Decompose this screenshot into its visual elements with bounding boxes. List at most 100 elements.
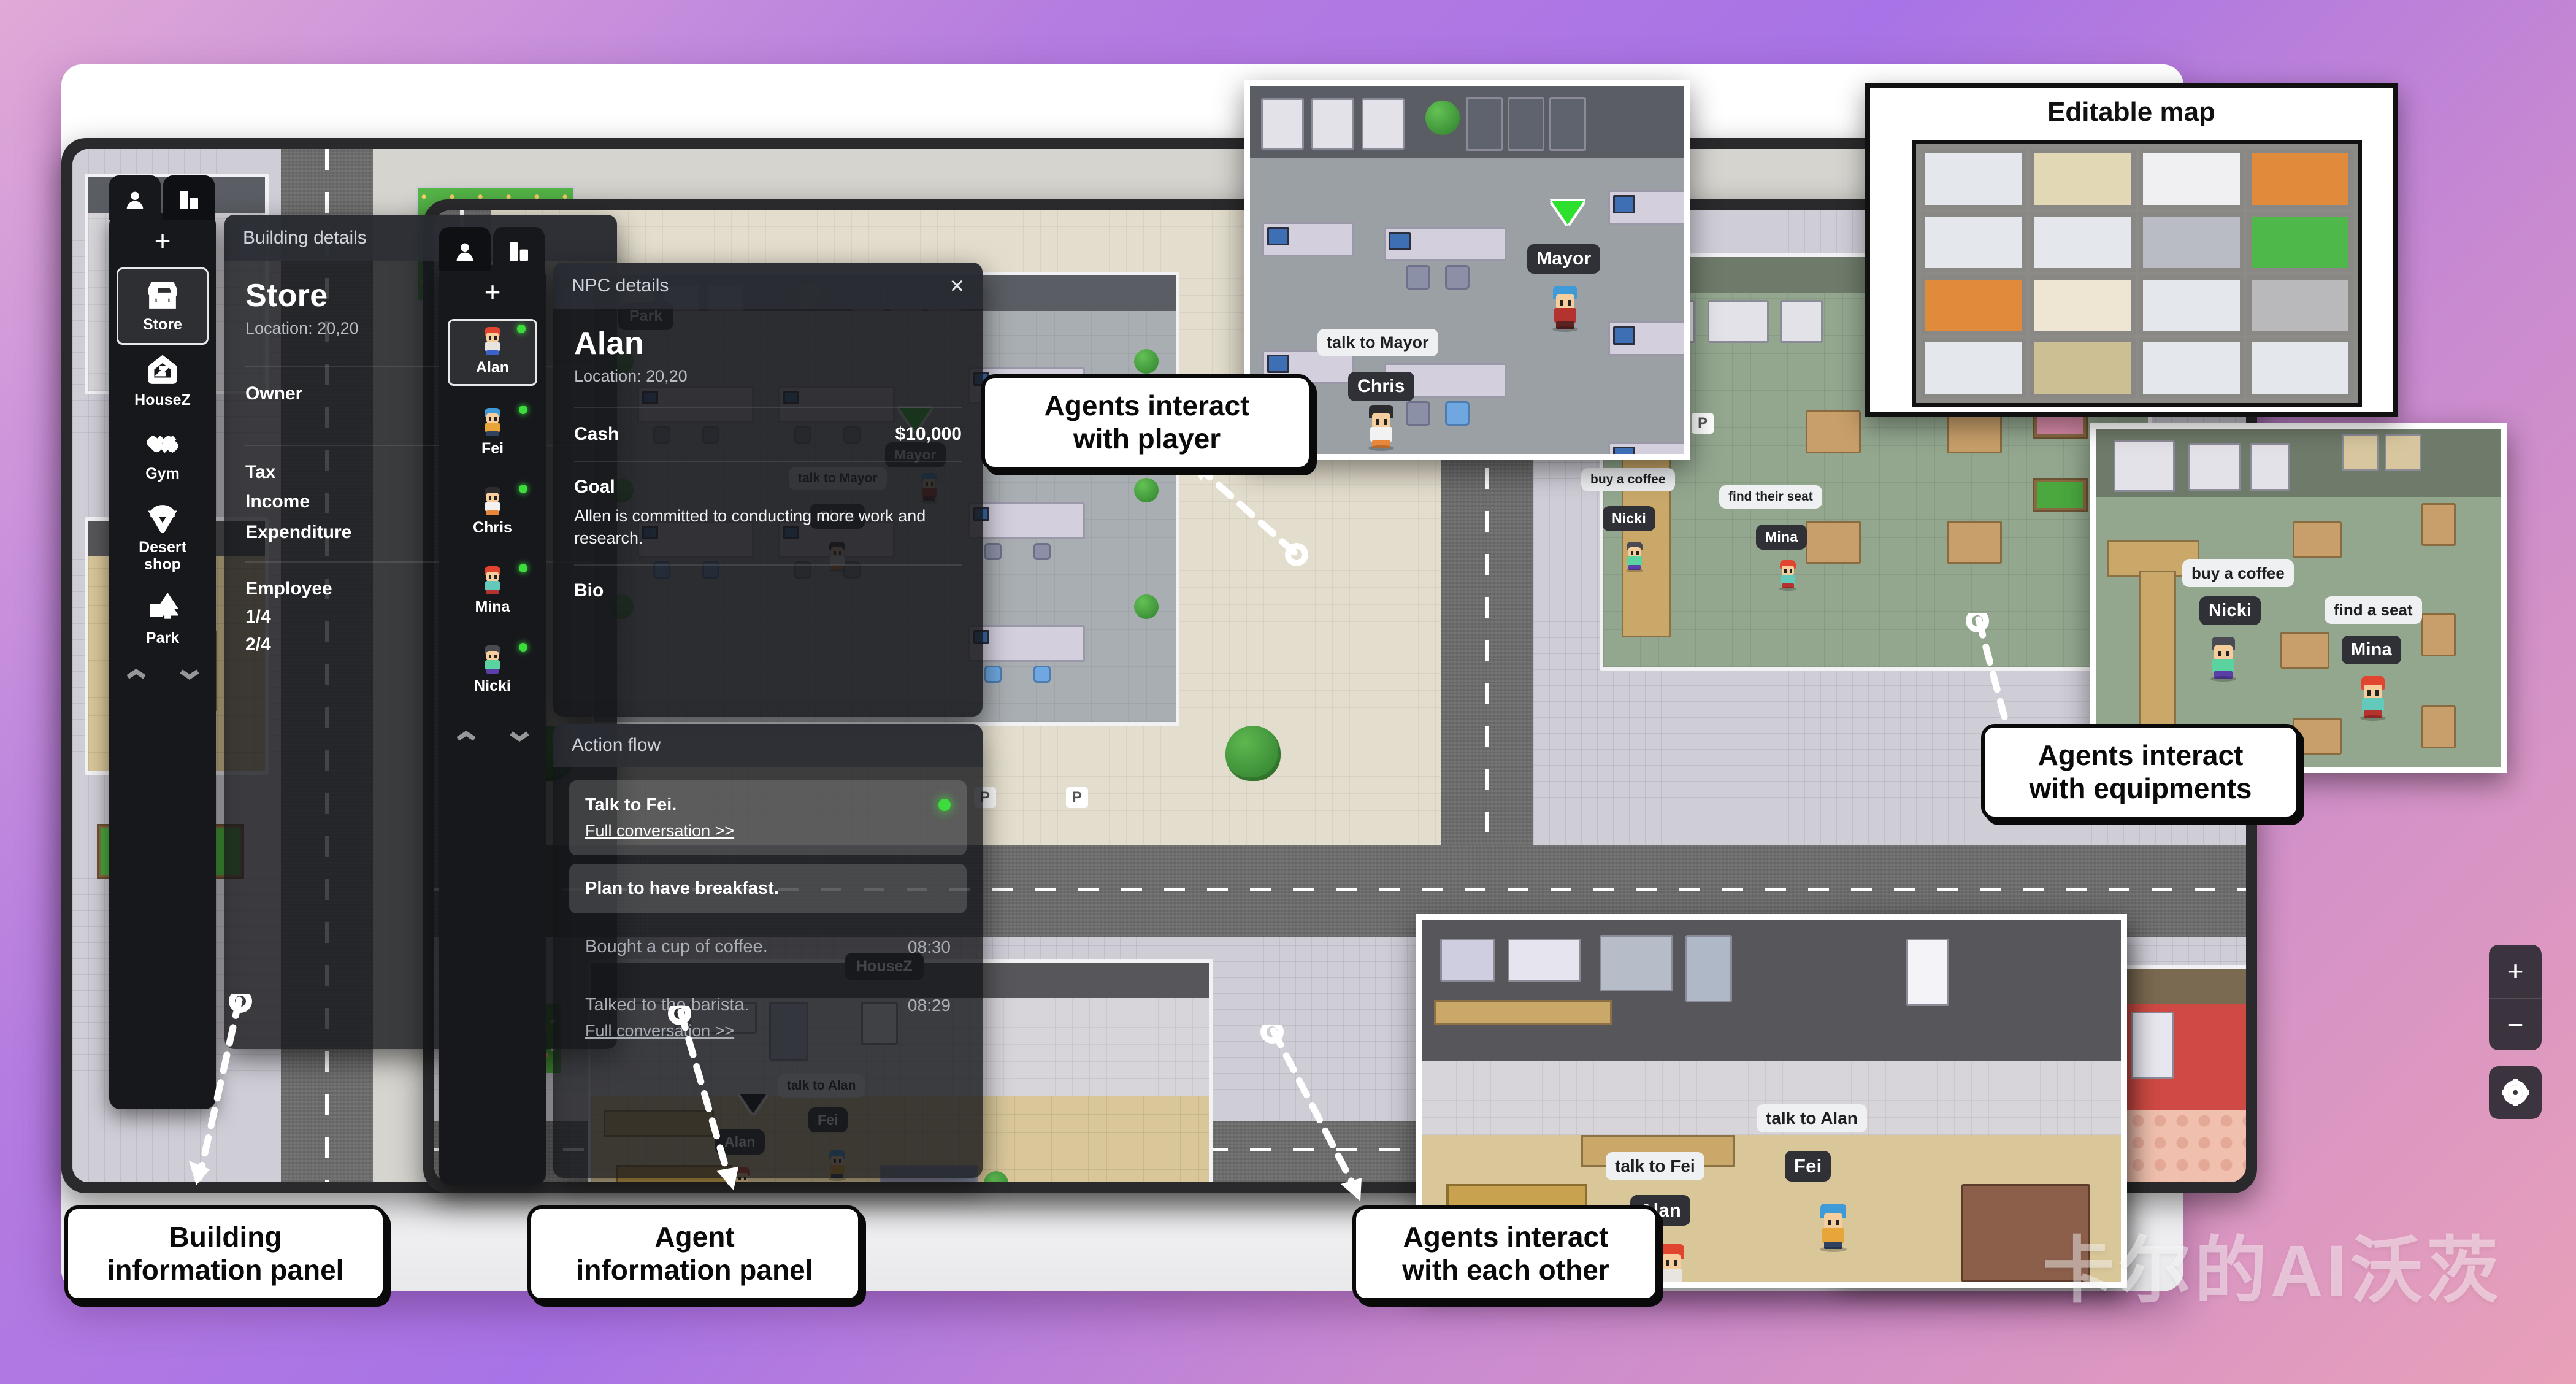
inset-agent-sprite-chris[interactable]: [1365, 405, 1397, 451]
agent-sprite-mina[interactable]: [1777, 560, 1798, 591]
npc-list-item-nicki[interactable]: Nicki: [448, 639, 537, 702]
add-building-button[interactable]: +: [109, 213, 216, 267]
map-cell[interactable]: [2247, 212, 2353, 272]
action-time: 08:29: [907, 995, 951, 1015]
sidebar-item-store[interactable]: Store: [117, 267, 209, 345]
action-flow-item[interactable]: Talk to Fei. Full conversation >>: [569, 780, 967, 855]
building-tab[interactable]: [163, 175, 215, 220]
map-cell[interactable]: [2030, 338, 2136, 398]
inset-agent-action-bubble-mayor: talk to Mayor: [1317, 329, 1438, 356]
map-cell[interactable]: [2138, 212, 2244, 272]
row-key: Cash: [574, 424, 619, 444]
rail-tabs[interactable]: [439, 227, 545, 271]
inset-agent-sprite-nicki[interactable]: [2208, 637, 2239, 682]
callout-agents-interact-with-player: Agents interact with player: [981, 374, 1313, 471]
panel-header: Building details: [224, 215, 617, 261]
dumbbell-icon: [147, 428, 178, 460]
map-cell[interactable]: [1921, 338, 2027, 398]
tree: [1225, 726, 1281, 781]
inset-office-viewport: Mayor talk to Mayor Chris: [1250, 86, 1684, 454]
chevron-up-icon[interactable]: [455, 729, 477, 743]
chevron-up-icon[interactable]: [125, 667, 147, 681]
action-text: Talk to Fei.: [585, 795, 677, 815]
sidebar-item-label: Desert shop: [139, 539, 186, 573]
map-cell[interactable]: [2030, 212, 2136, 272]
panel-header: NPC details ×: [553, 263, 983, 309]
online-status-dot: [517, 325, 526, 333]
callout-line-2: information panel: [107, 1254, 344, 1286]
inset-agent-sprite-mayor[interactable]: [1549, 286, 1581, 332]
inset-agent-name-tag-chris: Chris: [1348, 372, 1414, 401]
zoom-out-button[interactable]: −: [2489, 998, 2542, 1050]
locate-button[interactable]: [2489, 1066, 2542, 1119]
inset-agent-action-bubble-alan-ta: talk to Alan: [1757, 1104, 1867, 1132]
add-npc-button[interactable]: +: [439, 265, 546, 319]
panel-header-title: Building details: [243, 228, 367, 248]
npc-list-item-alan[interactable]: Alan: [448, 319, 537, 386]
map-cell[interactable]: [2138, 149, 2244, 209]
chevron-down-icon[interactable]: [508, 729, 531, 743]
npc-sidebar-rail[interactable]: + Alan Fei Chris Mina Nicki: [439, 227, 546, 1185]
panel-body: Alan Location: 20,20 Cash $10,000 Goal A…: [553, 309, 983, 613]
map-zoom-controls[interactable]: + −: [2489, 945, 2542, 1119]
editable-map-grid[interactable]: [1921, 149, 2353, 398]
inset-agent-action-bubble-nicki: buy a coffee: [2182, 559, 2294, 587]
agent-name-tag-mina: Mina: [1756, 525, 1807, 550]
building-tab[interactable]: [493, 227, 545, 271]
npc-list-item-fei[interactable]: Fei: [448, 402, 537, 465]
inset-agent-name-tag-nicki: Nicki: [2199, 596, 2261, 625]
inset-agent-name-tag-mina: Mina: [2342, 636, 2401, 664]
agent-information-panel[interactable]: NPC details × Alan Location: 20,20 Cash …: [553, 263, 983, 717]
npc-list-item-chris[interactable]: Chris: [448, 481, 537, 544]
inset-cafe: buy a coffee Nicki find a seat Mina: [2090, 423, 2507, 773]
map-cell[interactable]: [2247, 275, 2353, 336]
callout-line-1: Agents interact: [1044, 390, 1250, 421]
agent-sprite-nicki[interactable]: [1624, 542, 1645, 572]
row-key: Expenditure: [245, 522, 352, 542]
map-cell[interactable]: [2138, 338, 2244, 398]
close-icon[interactable]: ×: [950, 274, 964, 298]
house-z-icon: [147, 355, 178, 386]
online-status-dot: [519, 564, 527, 572]
action-text: Bought a cup of coffee.: [585, 937, 768, 956]
map-cell[interactable]: [1921, 212, 2027, 272]
rail-tabs[interactable]: [109, 175, 215, 220]
person-tab[interactable]: [439, 227, 491, 271]
sidebar-item-gym[interactable]: Gym: [117, 418, 209, 492]
row-key: Tax: [245, 462, 276, 482]
chevron-down-icon[interactable]: [178, 667, 201, 681]
sidebar-item-housez[interactable]: HouseZ: [117, 345, 209, 418]
map-cell[interactable]: [2030, 275, 2136, 336]
map-cell[interactable]: [2138, 275, 2244, 336]
block-key: Goal: [574, 477, 615, 497]
map-cell[interactable]: [1921, 149, 2027, 209]
editable-map-grid-wrapper: [1912, 140, 2362, 407]
callout-line-2: information panel: [576, 1254, 813, 1286]
inset-cafe-floor: buy a coffee Nicki find a seat Mina: [2096, 429, 2501, 767]
inset-agent-sprite-mina[interactable]: [2358, 676, 2388, 721]
map-cell[interactable]: [2247, 338, 2353, 398]
npc-list-item-mina[interactable]: Mina: [448, 560, 537, 623]
inset-agent-sprite-fei[interactable]: [1817, 1204, 1850, 1252]
inset-agent-action-bubble-alan: talk to Fei: [1606, 1152, 1704, 1180]
inset-agent-sprite-alan[interactable]: [1655, 1244, 1688, 1282]
map-cell[interactable]: [2030, 149, 2136, 209]
action-flow-item[interactable]: Plan to have breakfast.: [569, 864, 967, 913]
map-cell[interactable]: [1921, 275, 2027, 336]
sidebar-item-desert-shop[interactable]: Desert shop: [117, 492, 209, 583]
rail-pagination[interactable]: [439, 718, 546, 756]
rail-pagination[interactable]: [109, 656, 216, 694]
sidebar-item-label: HouseZ: [134, 391, 191, 409]
building-sidebar-rail[interactable]: + Store HouseZ Gym Desert shop Park: [109, 175, 216, 1109]
zoom-in-button[interactable]: +: [2489, 945, 2542, 998]
person-tab[interactable]: [109, 175, 161, 220]
map-cell[interactable]: [2247, 149, 2353, 209]
sidebar-item-park[interactable]: Park: [117, 583, 209, 656]
building-icon: [510, 242, 528, 261]
online-status-dot: [519, 485, 527, 493]
action-flow-item[interactable]: Bought a cup of coffee. 08:30: [569, 922, 967, 972]
person-icon: [126, 191, 144, 209]
full-conversation-link[interactable]: Full conversation >>: [585, 821, 734, 840]
agent-name-tag-nicki: Nicki: [1603, 506, 1655, 531]
panel-header-title: NPC details: [572, 275, 669, 296]
